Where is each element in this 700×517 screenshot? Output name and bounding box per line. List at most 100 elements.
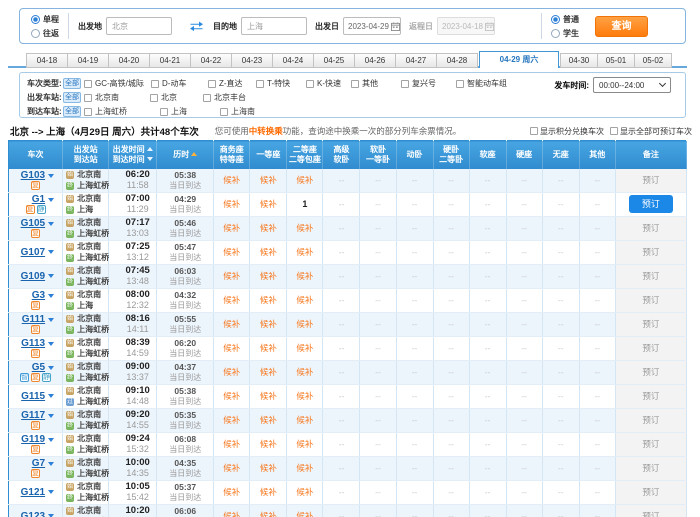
filter-option[interactable]: T-特快 [256, 78, 306, 89]
seat-availability[interactable]: 候补 [223, 415, 240, 425]
expand-triangle-icon[interactable] [48, 318, 54, 322]
filter-option[interactable]: D-动车 [151, 78, 208, 89]
expand-triangle-icon[interactable] [48, 342, 54, 346]
seat-availability[interactable]: 候补 [223, 295, 240, 305]
date-tab-active[interactable]: 04-29 周六 [479, 51, 559, 68]
filter-option[interactable]: 上海南 [220, 106, 320, 117]
trip-type-option[interactable]: 往返 [31, 28, 59, 39]
train-number-link[interactable]: G107 [21, 247, 45, 258]
filter-option[interactable]: Z-直达 [208, 78, 256, 89]
seat-availability[interactable]: 候补 [223, 223, 240, 233]
passenger-type-selected[interactable]: 普通 [551, 14, 579, 25]
expand-triangle-icon[interactable] [48, 222, 54, 226]
result-toggle[interactable]: 显示积分兑换车次 [530, 126, 604, 137]
seat-availability[interactable]: 候补 [296, 247, 313, 257]
train-number-link[interactable]: G113 [21, 338, 45, 349]
seat-availability[interactable]: 候补 [223, 271, 240, 281]
filter-option[interactable]: 北京 [150, 92, 203, 103]
seat-availability[interactable]: 候补 [296, 439, 313, 449]
expand-triangle-icon[interactable] [48, 490, 54, 494]
seat-availability[interactable]: 候补 [260, 319, 277, 329]
date-tab[interactable]: 04-27 [395, 53, 437, 68]
expand-triangle-icon[interactable] [48, 294, 54, 298]
expand-triangle-icon[interactable] [48, 414, 54, 418]
date-tab[interactable]: 04-19 [67, 53, 109, 68]
train-number-link[interactable]: G3 [32, 290, 45, 301]
date-tab[interactable]: 04-22 [190, 53, 232, 68]
seat-availability[interactable]: 候补 [296, 367, 313, 377]
seat-availability[interactable]: 候补 [296, 175, 313, 185]
seat-availability[interactable]: 候补 [260, 439, 277, 449]
filter-option[interactable]: K-快速 [306, 78, 351, 89]
date-tab[interactable]: 04-20 [108, 53, 150, 68]
col-header[interactable]: 历时 [157, 141, 214, 169]
seat-availability[interactable]: 候补 [296, 271, 313, 281]
filter-all-tag[interactable]: 全部 [63, 106, 81, 117]
seat-availability[interactable]: 候补 [296, 343, 313, 353]
date-tab[interactable]: 04-30 [560, 53, 598, 68]
seat-availability[interactable]: 候补 [223, 175, 240, 185]
seat-availability[interactable]: 候补 [260, 175, 277, 185]
train-number-link[interactable]: G109 [21, 271, 45, 282]
seat-availability[interactable]: 候补 [260, 199, 277, 209]
depart-time-select[interactable]: 00:00--24:00 [593, 77, 671, 93]
expand-triangle-icon[interactable] [48, 250, 54, 254]
filter-option[interactable]: 智能动车组 [456, 78, 556, 89]
filter-all-tag[interactable]: 全部 [63, 78, 81, 89]
seat-availability[interactable]: 候补 [260, 487, 277, 497]
train-number-link[interactable]: G119 [21, 434, 45, 445]
train-number-link[interactable]: G115 [21, 391, 45, 402]
seat-availability[interactable]: 候补 [223, 463, 240, 473]
result-toggle[interactable]: 显示全部可预订车次 [610, 126, 692, 137]
seat-availability[interactable]: 候补 [296, 319, 313, 329]
seat-availability[interactable]: 候补 [260, 511, 277, 517]
seat-availability[interactable]: 候补 [223, 319, 240, 329]
seat-availability[interactable]: 候补 [260, 367, 277, 377]
seat-availability[interactable]: 候补 [296, 511, 313, 517]
seat-availability[interactable]: 候补 [296, 487, 313, 497]
train-number-link[interactable]: G123 [21, 511, 45, 517]
query-button[interactable]: 查询 [595, 16, 648, 37]
seat-availability[interactable]: 候补 [296, 391, 313, 401]
filter-option[interactable]: 其他 [351, 78, 401, 89]
expand-triangle-icon[interactable] [48, 274, 54, 278]
date-tab[interactable]: 04-23 [231, 53, 273, 68]
expand-triangle-icon[interactable] [48, 366, 54, 370]
seat-availability[interactable]: 候补 [223, 439, 240, 449]
from-city-input[interactable]: 北京 [106, 17, 172, 35]
seat-availability[interactable]: 候补 [260, 247, 277, 257]
seat-availability[interactable]: 候补 [296, 295, 313, 305]
seat-availability[interactable]: 候补 [296, 463, 313, 473]
train-number-link[interactable]: G105 [21, 218, 45, 229]
seat-availability[interactable]: 候补 [260, 271, 277, 281]
train-number-link[interactable]: G121 [21, 487, 45, 498]
filter-option[interactable]: 北京丰台 [203, 92, 303, 103]
date-tab[interactable]: 04-21 [149, 53, 191, 68]
date-tab[interactable]: 05-01 [597, 53, 635, 68]
train-number-link[interactable]: G117 [21, 410, 45, 421]
seat-availability[interactable]: 候补 [296, 415, 313, 425]
passenger-type-option[interactable]: 学生 [551, 28, 579, 39]
col-header[interactable]: 出发时间到达时间 [109, 141, 157, 169]
train-number-link[interactable]: G103 [21, 170, 45, 181]
depart-date-input[interactable]: 2023-04-29 [343, 17, 401, 35]
book-button[interactable]: 预订 [629, 195, 673, 213]
train-number-link[interactable]: G1 [32, 194, 45, 205]
seat-availability[interactable]: 候补 [260, 223, 277, 233]
seat-availability[interactable]: 候补 [223, 199, 240, 209]
trip-type-selected[interactable]: 单程 [31, 14, 59, 25]
date-tab[interactable]: 04-26 [354, 53, 396, 68]
filter-all-tag[interactable]: 全部 [63, 92, 81, 103]
train-number-link[interactable]: G111 [22, 314, 45, 325]
seat-availability[interactable]: 候补 [223, 343, 240, 353]
date-tab[interactable]: 04-28 [436, 53, 478, 68]
expand-triangle-icon[interactable] [48, 198, 54, 202]
seat-availability[interactable]: 候补 [223, 367, 240, 377]
seat-availability[interactable]: 候补 [296, 223, 313, 233]
date-tab[interactable]: 04-25 [313, 53, 355, 68]
seat-availability[interactable]: 候补 [223, 487, 240, 497]
seat-availability[interactable]: 候补 [260, 463, 277, 473]
date-tab[interactable]: 04-24 [272, 53, 314, 68]
train-number-link[interactable]: G7 [32, 458, 45, 469]
seat-availability[interactable]: 候补 [223, 391, 240, 401]
